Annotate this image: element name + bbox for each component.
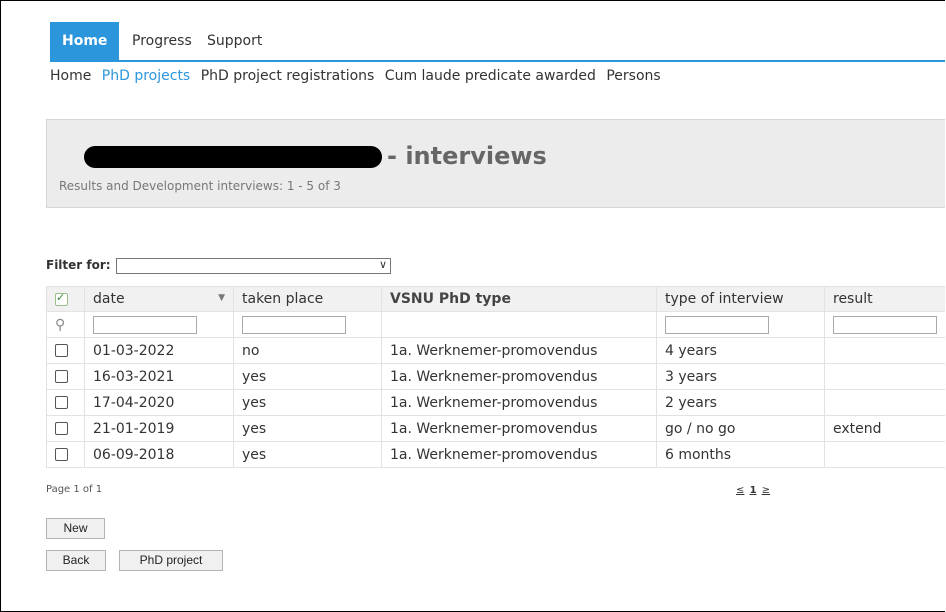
cell-taken-place: yes bbox=[233, 363, 382, 390]
magnifier-icon: ⚲ bbox=[55, 316, 66, 333]
cell-date: 06-09-2018 bbox=[84, 441, 234, 468]
taken-place-filter-input[interactable] bbox=[242, 315, 346, 334]
subnav-phd-project-registrations[interactable]: PhD project registrations bbox=[201, 68, 375, 84]
column-type-of-interview[interactable]: type of interview bbox=[656, 286, 825, 312]
redacted-name bbox=[84, 146, 382, 168]
table-row[interactable]: 21-01-2019 yes 1a. Werknemer-promovendus… bbox=[46, 415, 945, 442]
interview-filter-input[interactable] bbox=[665, 315, 769, 334]
cell-interview-type: 6 months bbox=[656, 441, 825, 468]
column-result[interactable]: result bbox=[824, 286, 945, 312]
row-checkbox[interactable] bbox=[55, 396, 68, 409]
cell-taken-place: yes bbox=[233, 415, 382, 442]
cell-date: 16-03-2021 bbox=[84, 363, 234, 390]
cell-taken-place: yes bbox=[233, 441, 382, 468]
page-title: - interviews bbox=[387, 142, 547, 170]
sort-down-icon[interactable]: ▼ bbox=[218, 293, 225, 303]
filter-label: Filter for: bbox=[46, 258, 111, 272]
cell-date: 21-01-2019 bbox=[84, 415, 234, 442]
table-row[interactable]: 17-04-2020 yes 1a. Werknemer-promovendus… bbox=[46, 389, 945, 416]
window-frame: Home Progress Support Home PhD projects … bbox=[0, 0, 945, 612]
results-summary: Results and Development interviews: 1 - … bbox=[59, 179, 341, 193]
cell-vsnu-type: 1a. Werknemer-promovendus bbox=[381, 363, 657, 390]
header-panel: - interviews Results and Development int… bbox=[46, 119, 945, 208]
pager: ≤ 1 ≥ bbox=[736, 485, 770, 496]
column-taken-place[interactable]: taken place bbox=[233, 286, 382, 312]
pager-current[interactable]: 1 bbox=[750, 485, 757, 496]
subnav-persons[interactable]: Persons bbox=[606, 68, 660, 84]
row-checkbox[interactable] bbox=[55, 344, 68, 357]
cell-result bbox=[824, 441, 945, 468]
cell-interview-type: 4 years bbox=[656, 337, 825, 364]
cell-vsnu-type: 1a. Werknemer-promovendus bbox=[381, 337, 657, 364]
cell-result bbox=[824, 389, 945, 416]
sub-navigation: Home PhD projects PhD project registrati… bbox=[50, 68, 667, 84]
cell-taken-place: yes bbox=[233, 389, 382, 416]
vsnu-filter-empty bbox=[381, 311, 657, 338]
phd-project-button[interactable]: PhD project bbox=[119, 550, 223, 571]
cell-vsnu-type: 1a. Werknemer-promovendus bbox=[381, 389, 657, 416]
row-checkbox[interactable] bbox=[55, 448, 68, 461]
table-row[interactable]: 01-03-2022 no 1a. Werknemer-promovendus … bbox=[46, 337, 945, 364]
table-header-row: date▼ taken place VSNU PhD type type of … bbox=[46, 286, 945, 312]
column-vsnu-type[interactable]: VSNU PhD type bbox=[381, 286, 657, 312]
date-filter-input[interactable] bbox=[93, 315, 197, 334]
cell-date: 01-03-2022 bbox=[84, 337, 234, 364]
checkbox-checked-icon[interactable] bbox=[55, 291, 68, 306]
subnav-phd-projects[interactable]: PhD projects bbox=[102, 68, 190, 84]
subnav-home[interactable]: Home bbox=[50, 68, 91, 84]
tab-home[interactable]: Home bbox=[50, 22, 120, 60]
cell-interview-type: go / no go bbox=[656, 415, 825, 442]
cell-result bbox=[824, 363, 945, 390]
select-all-cell bbox=[46, 286, 85, 312]
cell-vsnu-type: 1a. Werknemer-promovendus bbox=[381, 415, 657, 442]
cell-interview-type: 2 years bbox=[656, 389, 825, 416]
cell-interview-type: 3 years bbox=[656, 363, 825, 390]
table-row[interactable]: 16-03-2021 yes 1a. Werknemer-promovendus… bbox=[46, 363, 945, 390]
column-date[interactable]: date ▼ bbox=[84, 286, 234, 312]
top-navigation: Home Progress Support bbox=[50, 22, 945, 62]
cell-date: 17-04-2020 bbox=[84, 389, 234, 416]
filter-select[interactable]: ∨ bbox=[116, 258, 391, 274]
new-button[interactable]: New bbox=[46, 518, 105, 539]
filter-row-icon-cell: ⚲ bbox=[46, 311, 85, 338]
back-button[interactable]: Back bbox=[46, 550, 106, 571]
cell-result: extend bbox=[824, 415, 945, 442]
result-filter-input[interactable] bbox=[833, 315, 937, 334]
interviews-table: date▼ taken place VSNU PhD type type of … bbox=[46, 286, 945, 468]
row-checkbox[interactable] bbox=[55, 370, 68, 383]
chevron-down-icon: ∨ bbox=[378, 258, 387, 271]
pager-next[interactable]: ≥ bbox=[762, 485, 770, 496]
pager-prev[interactable]: ≤ bbox=[736, 485, 744, 496]
subnav-cum-laude[interactable]: Cum laude predicate awarded bbox=[385, 68, 596, 84]
page-info: Page 1 of 1 bbox=[46, 484, 103, 495]
row-checkbox[interactable] bbox=[55, 422, 68, 435]
cell-taken-place: no bbox=[233, 337, 382, 364]
tab-support[interactable]: Support bbox=[207, 22, 262, 60]
tab-progress[interactable]: Progress bbox=[132, 22, 192, 60]
cell-vsnu-type: 1a. Werknemer-promovendus bbox=[381, 441, 657, 468]
filter-row: ⚲ bbox=[46, 311, 945, 338]
cell-result bbox=[824, 337, 945, 364]
table-row[interactable]: 06-09-2018 yes 1a. Werknemer-promovendus… bbox=[46, 441, 945, 468]
